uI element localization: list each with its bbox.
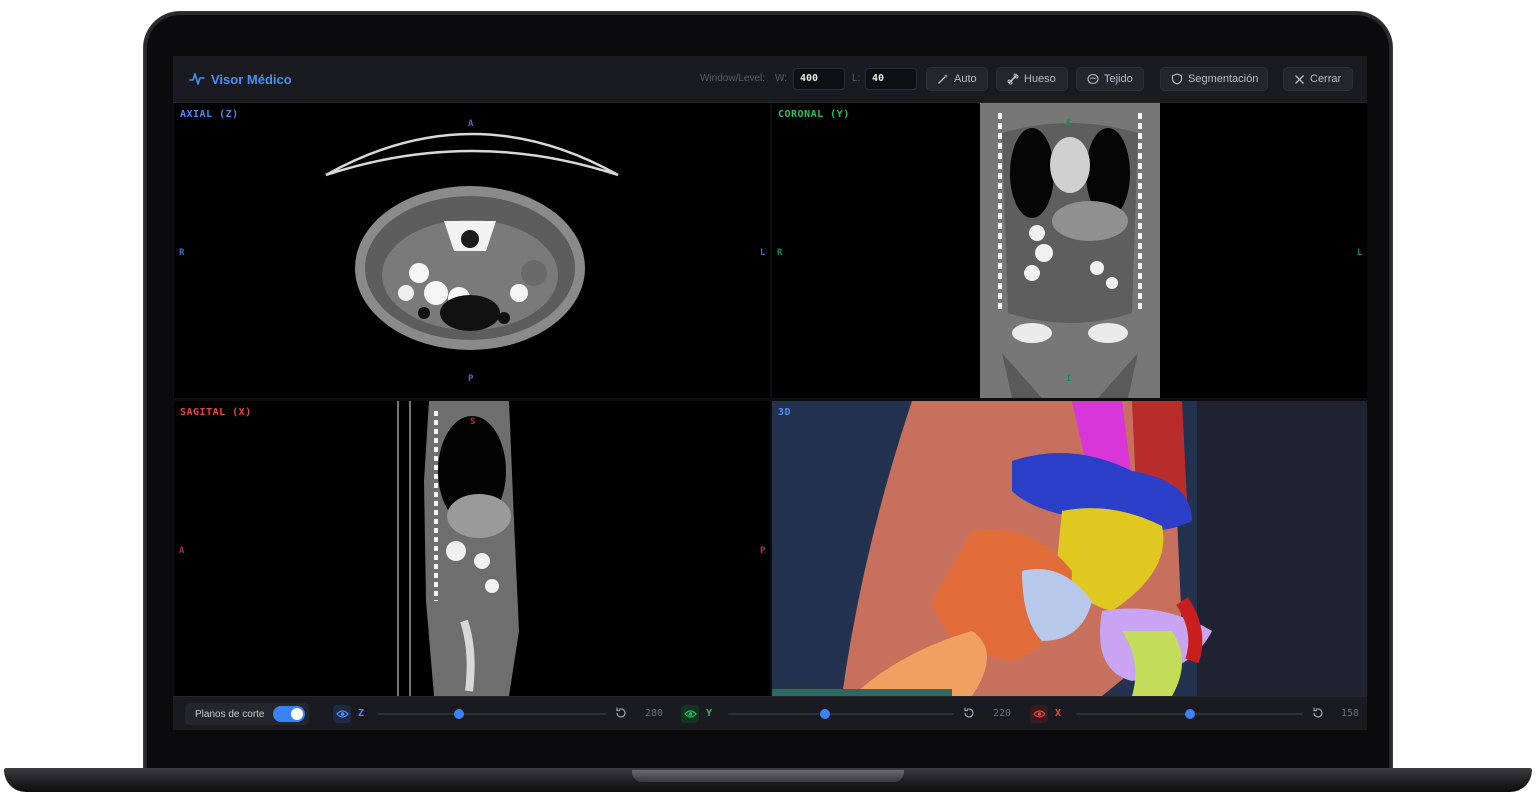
segmentacion-button-label: Segmentación bbox=[1188, 73, 1259, 85]
bone-icon bbox=[1007, 73, 1019, 85]
z-reset-icon[interactable] bbox=[614, 706, 628, 720]
cerrar-button[interactable]: Cerrar bbox=[1283, 67, 1353, 91]
coronal-orientation-right: L bbox=[1357, 248, 1363, 258]
x-slider-thumb[interactable] bbox=[1184, 709, 1195, 719]
window-level-input[interactable]: 40 bbox=[865, 68, 917, 90]
y-slice-value: 220 bbox=[993, 708, 1012, 719]
coronal-viewport-label: CORONAL (Y) bbox=[778, 109, 850, 120]
laptop-hinge-notch bbox=[632, 770, 904, 782]
coronal-orientation-top: S bbox=[1066, 119, 1072, 129]
x-axis-label: X bbox=[1055, 708, 1062, 719]
x-visibility-button[interactable] bbox=[1030, 705, 1048, 723]
sagital-viewport-label: SAGITAL (X) bbox=[180, 407, 252, 418]
axial-viewport[interactable]: AXIAL (Z) A P R L bbox=[174, 103, 770, 398]
z-slider-track[interactable] bbox=[378, 713, 606, 715]
window-level-label: Window/Level: bbox=[700, 73, 766, 84]
z-slice-value: 280 bbox=[645, 708, 664, 719]
view3d-viewport[interactable]: 3D bbox=[772, 401, 1367, 696]
close-icon bbox=[1295, 74, 1304, 84]
y-visibility-button[interactable] bbox=[681, 705, 699, 723]
window-level-l-label: L: bbox=[852, 73, 861, 84]
eye-icon bbox=[683, 710, 697, 718]
auto-button[interactable]: Auto bbox=[926, 67, 988, 91]
app-window: Visor Médico Window/Level: W: 400 L: 40 … bbox=[173, 56, 1367, 730]
axial-orientation-top: A bbox=[468, 119, 474, 129]
auto-button-label: Auto bbox=[954, 73, 977, 85]
sagital-orientation-top: S bbox=[470, 417, 476, 427]
view3d-viewport-label: 3D bbox=[778, 407, 792, 418]
y-reset-icon[interactable] bbox=[962, 706, 976, 720]
coronal-orientation-left: R bbox=[777, 248, 783, 258]
y-slider-track[interactable] bbox=[728, 713, 954, 715]
z-slider-thumb[interactable] bbox=[454, 709, 465, 719]
coronal-ct-image bbox=[980, 103, 1160, 398]
cut-planes-bar: Planos de corte Z 280 Y 220 X 158 bbox=[173, 696, 1367, 730]
y-slider-thumb[interactable] bbox=[819, 709, 830, 719]
z-axis-label: Z bbox=[358, 708, 365, 719]
sagital-orientation-right: P bbox=[760, 546, 766, 556]
axial-orientation-right: L bbox=[760, 248, 766, 258]
shield-icon bbox=[1171, 73, 1183, 85]
planos-de-corte-control: Planos de corte bbox=[185, 703, 309, 725]
planos-de-corte-label: Planos de corte bbox=[195, 708, 265, 720]
y-axis-label: Y bbox=[706, 708, 713, 719]
segmentacion-button[interactable]: Segmentación bbox=[1160, 67, 1268, 91]
app-title: Visor Médico bbox=[211, 71, 292, 87]
hueso-button-label: Hueso bbox=[1024, 73, 1056, 85]
axial-orientation-bottom: P bbox=[468, 374, 474, 384]
sagital-viewport[interactable]: SAGITAL (X) S A P bbox=[174, 401, 770, 696]
tejido-button[interactable]: Tejido bbox=[1076, 67, 1144, 91]
coronal-viewport[interactable]: CORONAL (Y) S I R L bbox=[772, 103, 1367, 398]
magic-wand-icon bbox=[938, 74, 948, 84]
window-width-input[interactable]: 400 bbox=[793, 68, 845, 90]
z-visibility-button[interactable] bbox=[333, 705, 351, 723]
sagital-orientation-left: A bbox=[179, 546, 185, 556]
sagital-ct-image bbox=[397, 401, 519, 696]
planos-de-corte-toggle[interactable] bbox=[272, 706, 305, 722]
view3d-render bbox=[772, 401, 1212, 696]
eye-icon bbox=[1032, 710, 1046, 718]
tejido-button-label: Tejido bbox=[1104, 73, 1133, 85]
tissue-icon bbox=[1087, 73, 1099, 85]
cerrar-button-label: Cerrar bbox=[1310, 73, 1342, 85]
axial-ct-image bbox=[325, 132, 619, 350]
x-slice-value: 158 bbox=[1341, 708, 1360, 719]
window-width-label: W: bbox=[775, 73, 788, 84]
axial-viewport-label: AXIAL (Z) bbox=[180, 109, 239, 120]
top-toolbar: Visor Médico Window/Level: W: 400 L: 40 … bbox=[173, 56, 1367, 103]
coronal-orientation-bottom: I bbox=[1066, 374, 1072, 384]
pulse-icon bbox=[189, 73, 205, 85]
axial-orientation-left: R bbox=[179, 248, 185, 258]
app-brand: Visor Médico bbox=[189, 70, 292, 88]
x-reset-icon[interactable] bbox=[1311, 706, 1325, 720]
eye-icon bbox=[335, 710, 349, 718]
hueso-button[interactable]: Hueso bbox=[996, 67, 1068, 91]
